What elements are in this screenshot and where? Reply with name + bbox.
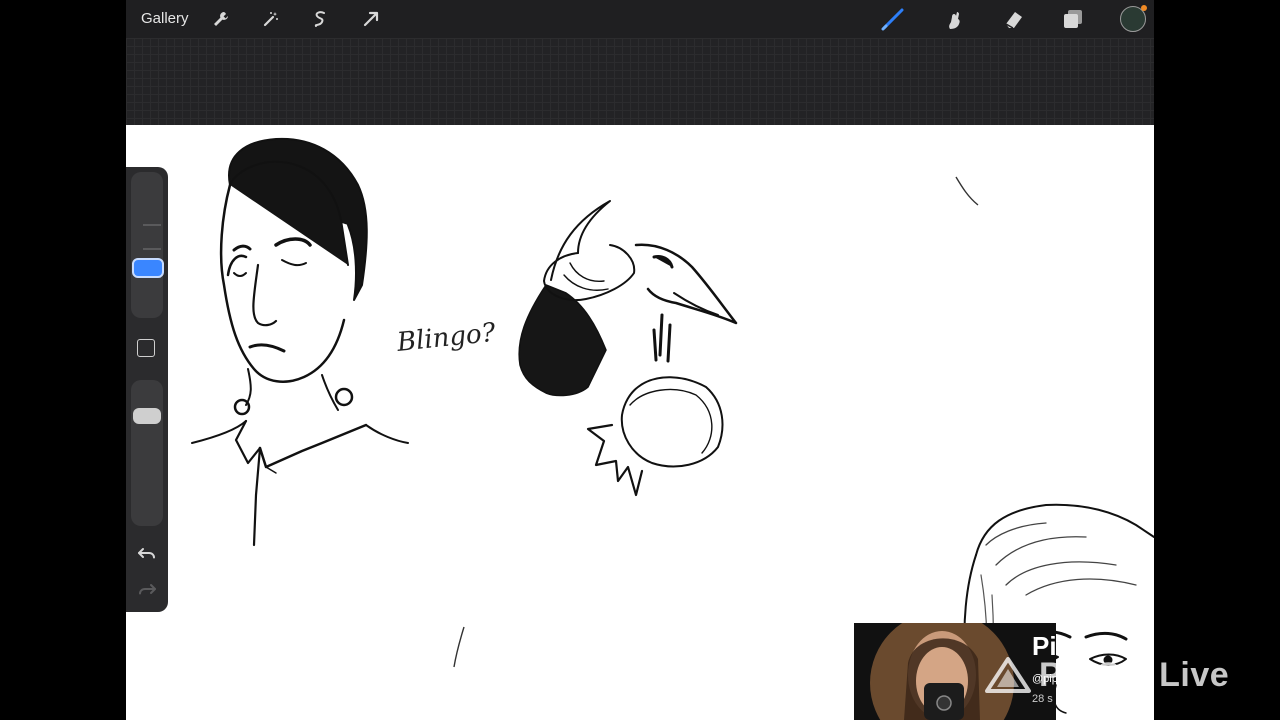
gallery-button[interactable]: Gallery	[141, 10, 189, 27]
redo-icon[interactable]	[136, 579, 158, 601]
modify-button[interactable]	[137, 339, 155, 357]
layers-icon[interactable]	[1060, 6, 1086, 32]
prism-live-watermark: PRISM Live	[985, 655, 1229, 695]
canvas-background-grid	[126, 38, 1154, 125]
brush-size-slider[interactable]	[131, 172, 164, 318]
selection-icon[interactable]	[308, 6, 334, 32]
magic-wand-icon[interactable]	[258, 6, 284, 32]
procreate-app: Gallery Blingo? Pi @pip 28 s	[126, 0, 1154, 720]
brush-icon[interactable]	[880, 6, 906, 32]
undo-icon[interactable]	[136, 543, 158, 565]
man-portrait-sketch	[191, 137, 409, 547]
color-indicator-dot	[1141, 5, 1147, 11]
opacity-slider[interactable]	[131, 380, 163, 526]
brush-size-thumb[interactable]	[132, 258, 164, 278]
stray-stroke	[453, 626, 465, 668]
opacity-thumb[interactable]	[133, 408, 161, 424]
stray-stroke	[955, 176, 979, 206]
transform-arrow-icon[interactable]	[358, 6, 384, 32]
prism-logo-icon	[985, 657, 1031, 693]
slider-tick	[143, 224, 161, 226]
smudge-icon[interactable]	[940, 6, 966, 32]
horned-bird-creature-sketch	[518, 200, 738, 497]
color-picker-swatch[interactable]	[1120, 5, 1147, 32]
watermark-text: PRISM Live	[1039, 655, 1230, 694]
slider-tick	[143, 248, 161, 250]
handwritten-note: Blingo?	[395, 318, 498, 358]
eraser-icon[interactable]	[1000, 6, 1026, 32]
left-sidebar	[126, 167, 168, 612]
wrench-icon[interactable]	[208, 6, 234, 32]
top-toolbar: Gallery	[126, 0, 1154, 38]
